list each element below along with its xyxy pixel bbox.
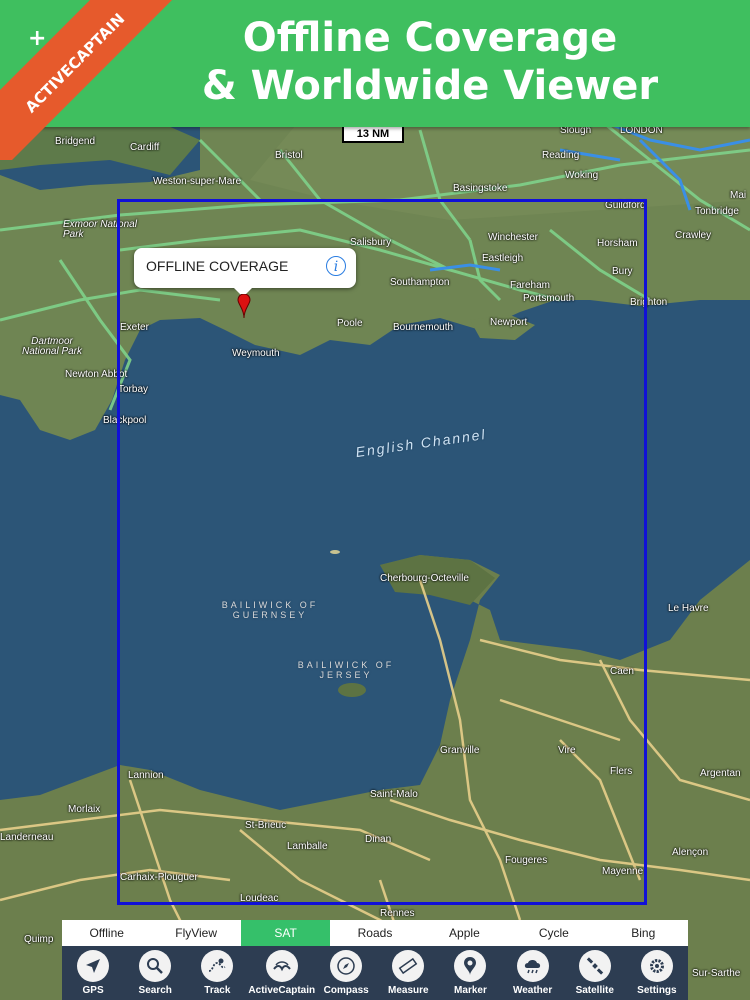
place-label: Woking	[565, 170, 599, 181]
weather-label: Weather	[512, 985, 553, 996]
search-label: Search	[138, 985, 172, 996]
gear-icon	[640, 950, 673, 982]
compass-button[interactable]: Compass	[315, 946, 377, 1000]
place-label: Alençon	[672, 847, 709, 858]
track-button[interactable]: Track	[186, 946, 248, 1000]
offline-coverage-callout[interactable]: OFFLINE COVERAGE i	[134, 248, 356, 297]
place-label: Sur-Sarthe	[692, 968, 741, 979]
place-label: Crawley	[675, 230, 712, 241]
search-icon	[139, 950, 172, 982]
settings-button[interactable]: Settings	[626, 946, 688, 1000]
ruler-icon	[392, 950, 425, 982]
measure-button[interactable]: Measure	[377, 946, 439, 1000]
map-type-selector: Offline FlyView SAT Roads Apple Cycle Bi…	[62, 920, 688, 946]
place-label: Landerneau	[0, 832, 54, 843]
place-label: Bristol	[275, 150, 303, 161]
map-type-sat[interactable]: SAT	[240, 920, 331, 946]
activecaptain-button[interactable]: ActiveCaptain	[248, 946, 315, 1000]
map-type-flyview[interactable]: FlyView	[151, 920, 240, 946]
place-label: Dartmoor National Park	[21, 336, 83, 357]
map-type-roads[interactable]: Roads	[330, 920, 419, 946]
activecaptain-corner-ribbon: ACTIVECAPTAIN +	[0, 0, 200, 160]
search-button[interactable]: Search	[124, 946, 186, 1000]
place-label: Le Havre	[668, 603, 709, 614]
map-type-apple[interactable]: Apple	[420, 920, 509, 946]
satellite-button[interactable]: Satellite	[564, 946, 626, 1000]
activecaptain-icon	[265, 950, 298, 982]
map-pin-icon[interactable]	[237, 294, 251, 318]
place-label: Argentan	[700, 768, 741, 779]
compass-label: Compass	[323, 985, 369, 996]
place-label: Basingstoke	[453, 183, 508, 194]
place-label: Rennes	[380, 908, 415, 919]
map-type-cycle[interactable]: Cycle	[509, 920, 598, 946]
place-label: Tonbridge	[695, 206, 739, 217]
gps-button[interactable]: GPS	[62, 946, 124, 1000]
marker-button[interactable]: Marker	[439, 946, 501, 1000]
gps-label: GPS	[82, 985, 104, 996]
banner-title: Offline Coverage & Worldwide Viewer	[201, 15, 659, 109]
place-label: Morlaix	[68, 804, 101, 815]
measure-label: Measure	[388, 985, 429, 996]
marker-label: Marker	[454, 985, 487, 996]
place-label: Quimp	[24, 934, 54, 945]
weather-icon	[516, 950, 549, 982]
activecaptain-label: ActiveCaptain	[248, 985, 316, 996]
plus-icon: +	[28, 26, 47, 51]
marker-icon	[454, 950, 487, 982]
map-type-bing[interactable]: Bing	[599, 920, 688, 946]
settings-label: Settings	[637, 985, 677, 996]
satellite-label: Satellite	[575, 985, 614, 996]
place-label: Weston-super-Mare	[153, 176, 242, 187]
bottom-toolbar: GPS Search Track ActiveCaptain Compass M…	[62, 946, 688, 1000]
satellite-icon	[578, 950, 611, 982]
offline-coverage-area	[117, 199, 647, 905]
track-label: Track	[204, 985, 231, 996]
place-label: Reading	[542, 150, 580, 161]
scale-indicator: 13 NM	[342, 127, 404, 143]
callout-label: OFFLINE COVERAGE	[146, 258, 289, 274]
weather-button[interactable]: Weather	[502, 946, 564, 1000]
map-type-offline[interactable]: Offline	[62, 920, 151, 946]
place-label: Mai	[730, 190, 747, 201]
track-icon	[201, 950, 234, 982]
gps-arrow-icon	[77, 950, 110, 982]
info-icon[interactable]: i	[326, 256, 346, 276]
compass-icon	[330, 950, 363, 982]
